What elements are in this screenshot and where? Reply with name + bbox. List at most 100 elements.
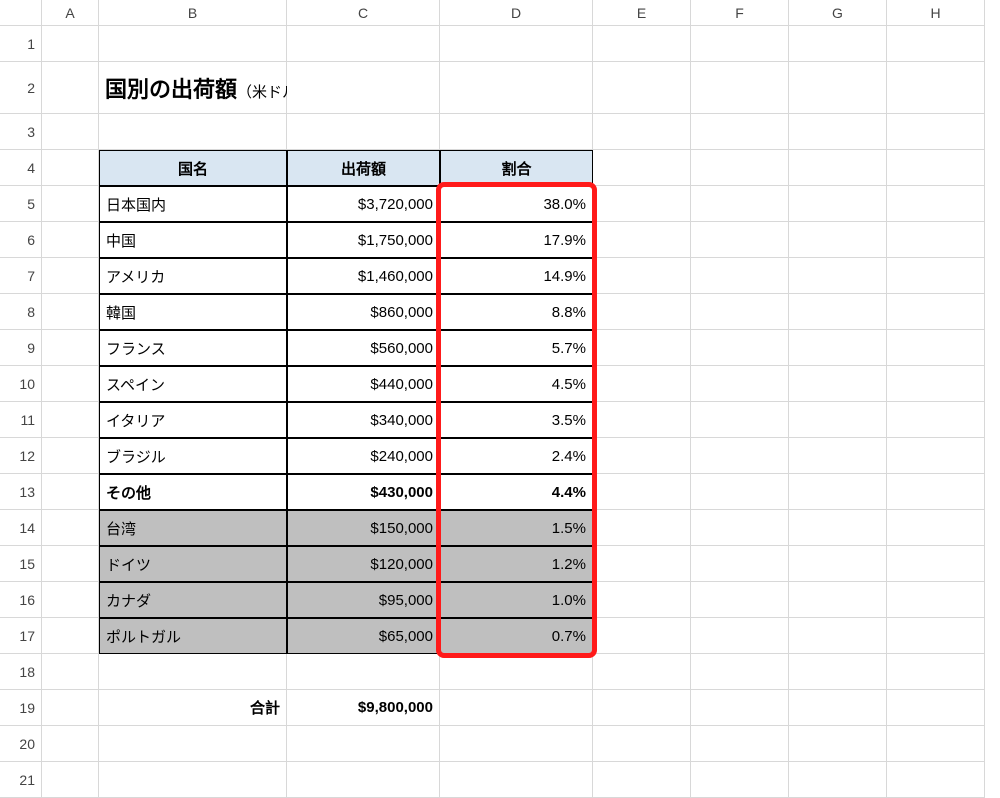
spreadsheet-grid[interactable]: ABCDEFGH12国別の出荷額（米ドル換算）34国名出荷額割合5日本国内$3,…	[0, 0, 1000, 798]
cell-B21[interactable]	[99, 762, 287, 798]
row-header-21[interactable]: 21	[0, 762, 42, 798]
cell-H9[interactable]	[887, 330, 985, 366]
cell-A2[interactable]	[42, 62, 99, 114]
amount-cell[interactable]: $860,000	[287, 294, 440, 330]
row-header-7[interactable]: 7	[0, 258, 42, 294]
cell-F7[interactable]	[691, 258, 789, 294]
cell-B3[interactable]	[99, 114, 287, 150]
cell-G12[interactable]	[789, 438, 887, 474]
column-header-A[interactable]: A	[42, 0, 99, 26]
row-header-10[interactable]: 10	[0, 366, 42, 402]
cell-A6[interactable]	[42, 222, 99, 258]
cell-H21[interactable]	[887, 762, 985, 798]
cell-A13[interactable]	[42, 474, 99, 510]
cell-E12[interactable]	[593, 438, 691, 474]
amount-cell[interactable]: $3,720,000	[287, 186, 440, 222]
header-country[interactable]: 国名	[99, 150, 287, 186]
cell-A20[interactable]	[42, 726, 99, 762]
column-header-G[interactable]: G	[789, 0, 887, 26]
amount-cell[interactable]: $65,000	[287, 618, 440, 654]
cell-H20[interactable]	[887, 726, 985, 762]
cell-H6[interactable]	[887, 222, 985, 258]
column-header-B[interactable]: B	[99, 0, 287, 26]
amount-cell[interactable]: $440,000	[287, 366, 440, 402]
amount-cell[interactable]: $340,000	[287, 402, 440, 438]
select-all-corner[interactable]	[0, 0, 42, 26]
cell-G4[interactable]	[789, 150, 887, 186]
cell-G2[interactable]	[789, 62, 887, 114]
cell-G18[interactable]	[789, 654, 887, 690]
country-cell[interactable]: ポルトガル	[99, 618, 287, 654]
row-header-12[interactable]: 12	[0, 438, 42, 474]
cell-A14[interactable]	[42, 510, 99, 546]
country-cell[interactable]: 中国	[99, 222, 287, 258]
country-cell[interactable]: アメリカ	[99, 258, 287, 294]
cell-D20[interactable]	[440, 726, 593, 762]
cell-H3[interactable]	[887, 114, 985, 150]
ratio-cell[interactable]: 14.9%	[440, 258, 593, 294]
cell-E21[interactable]	[593, 762, 691, 798]
country-cell[interactable]: カナダ	[99, 582, 287, 618]
cell-A21[interactable]	[42, 762, 99, 798]
cell-H5[interactable]	[887, 186, 985, 222]
cell-E8[interactable]	[593, 294, 691, 330]
column-header-F[interactable]: F	[691, 0, 789, 26]
ratio-cell[interactable]: 1.0%	[440, 582, 593, 618]
cell-G10[interactable]	[789, 366, 887, 402]
cell-G21[interactable]	[789, 762, 887, 798]
cell-G14[interactable]	[789, 510, 887, 546]
cell-A16[interactable]	[42, 582, 99, 618]
country-cell[interactable]: 韓国	[99, 294, 287, 330]
total-value[interactable]: $9,800,000	[287, 690, 440, 726]
cell-E14[interactable]	[593, 510, 691, 546]
cell-G8[interactable]	[789, 294, 887, 330]
cell-D1[interactable]	[440, 26, 593, 62]
country-cell[interactable]: その他	[99, 474, 287, 510]
ratio-cell[interactable]: 4.5%	[440, 366, 593, 402]
country-cell[interactable]: イタリア	[99, 402, 287, 438]
cell-G6[interactable]	[789, 222, 887, 258]
cell-A4[interactable]	[42, 150, 99, 186]
ratio-cell[interactable]: 38.0%	[440, 186, 593, 222]
cell-C20[interactable]	[287, 726, 440, 762]
amount-cell[interactable]: $430,000	[287, 474, 440, 510]
cell-D18[interactable]	[440, 654, 593, 690]
cell-H14[interactable]	[887, 510, 985, 546]
cell-A5[interactable]	[42, 186, 99, 222]
row-header-8[interactable]: 8	[0, 294, 42, 330]
row-header-16[interactable]: 16	[0, 582, 42, 618]
cell-E3[interactable]	[593, 114, 691, 150]
cell-H17[interactable]	[887, 618, 985, 654]
cell-C1[interactable]	[287, 26, 440, 62]
row-header-6[interactable]: 6	[0, 222, 42, 258]
row-header-11[interactable]: 11	[0, 402, 42, 438]
cell-A10[interactable]	[42, 366, 99, 402]
total-label[interactable]: 合計	[99, 690, 287, 726]
ratio-cell[interactable]: 2.4%	[440, 438, 593, 474]
country-cell[interactable]: 日本国内	[99, 186, 287, 222]
cell-F5[interactable]	[691, 186, 789, 222]
cell-F9[interactable]	[691, 330, 789, 366]
cell-E1[interactable]	[593, 26, 691, 62]
cell-A1[interactable]	[42, 26, 99, 62]
row-header-3[interactable]: 3	[0, 114, 42, 150]
cell-G20[interactable]	[789, 726, 887, 762]
ratio-cell[interactable]: 8.8%	[440, 294, 593, 330]
country-cell[interactable]: ブラジル	[99, 438, 287, 474]
cell-B18[interactable]	[99, 654, 287, 690]
cell-E20[interactable]	[593, 726, 691, 762]
cell-E2[interactable]	[593, 62, 691, 114]
cell-E13[interactable]	[593, 474, 691, 510]
cell-E17[interactable]	[593, 618, 691, 654]
amount-cell[interactable]: $120,000	[287, 546, 440, 582]
cell-G5[interactable]	[789, 186, 887, 222]
ratio-cell[interactable]: 0.7%	[440, 618, 593, 654]
cell-E19[interactable]	[593, 690, 691, 726]
amount-cell[interactable]: $1,460,000	[287, 258, 440, 294]
ratio-cell[interactable]: 5.7%	[440, 330, 593, 366]
cell-E16[interactable]	[593, 582, 691, 618]
amount-cell[interactable]: $1,750,000	[287, 222, 440, 258]
cell-F2[interactable]	[691, 62, 789, 114]
cell-F13[interactable]	[691, 474, 789, 510]
cell-G13[interactable]	[789, 474, 887, 510]
